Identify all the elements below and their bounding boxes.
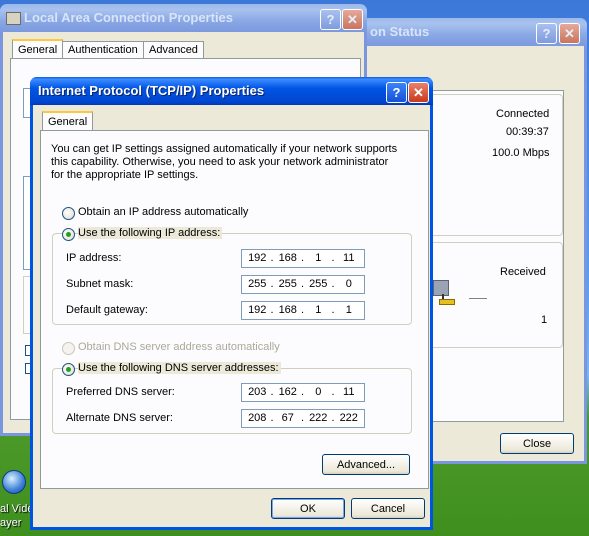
lan-close-x-button[interactable]: ✕	[342, 9, 363, 30]
tcpip-dialog-title-text: Internet Protocol (TCP/IP) Properties	[38, 83, 265, 98]
tcpip-dialog-title[interactable]: Internet Protocol (TCP/IP) Properties	[30, 77, 433, 105]
tcpip-tab-general[interactable]: General	[42, 111, 94, 132]
status-close-button[interactable]: Close	[500, 433, 574, 454]
dns1-octet-1: 203	[248, 386, 267, 398]
tcpip-help-button[interactable]: ?	[386, 82, 407, 103]
lan-tab-advanced[interactable]: Advanced	[143, 41, 204, 59]
alternate-dns-label: Alternate DNS server:	[66, 412, 173, 424]
dns1-octet-3: 0	[301, 384, 334, 401]
obtain-ip-auto-radio[interactable]	[62, 207, 75, 220]
mask-octet-2: 255	[271, 276, 304, 293]
preferred-dns-field[interactable]: 203 162011	[241, 383, 365, 402]
mask-octet-4: 0	[332, 276, 365, 293]
tcpip-close-x-button[interactable]: ✕	[408, 82, 429, 103]
gw-octet-2: 168	[271, 302, 304, 319]
subnet-mask-label: Subnet mask:	[66, 278, 134, 290]
mask-octet-3: 255	[301, 276, 334, 293]
network-activity-icon	[433, 280, 459, 305]
ip-address-label: IP address:	[66, 252, 122, 264]
received-label: Received	[500, 266, 546, 278]
status-window-title-text: on Status	[370, 24, 430, 39]
lan-window-title-text: Local Area Connection Properties	[24, 10, 234, 25]
gw-octet-4: 1	[332, 302, 365, 319]
lan-help-button[interactable]: ?	[320, 9, 341, 30]
status-speed-text: 100.0 Mbps	[492, 147, 550, 159]
obtain-dns-auto-label[interactable]: Obtain DNS server address automatically	[78, 341, 280, 353]
status-close-x-button[interactable]: ✕	[559, 23, 580, 44]
tcpip-dialog-body: General You can get IP settings assigned…	[33, 105, 430, 527]
mask-octet-1: 255	[248, 278, 267, 290]
ip-octet-3: 1	[301, 250, 334, 267]
tcpip-properties-dialog: Internet Protocol (TCP/IP) Properties ? …	[30, 77, 433, 530]
obtain-dns-auto-radio[interactable]	[62, 342, 75, 355]
cancel-button[interactable]: Cancel	[351, 498, 425, 519]
use-static-dns-label[interactable]: Use the following DNS server addresses:	[78, 362, 281, 374]
obtain-ip-auto-label[interactable]: Obtain an IP address automatically	[78, 206, 248, 218]
advanced-button[interactable]: Advanced...	[322, 454, 410, 475]
media-player-desktop-icon[interactable]	[0, 466, 34, 500]
ip-address-field[interactable]: 192168111	[241, 249, 365, 268]
default-gateway-label: Default gateway:	[66, 304, 148, 316]
status-help-button[interactable]: ?	[536, 23, 557, 44]
tcpip-intro-text: You can get IP settings assigned automat…	[51, 143, 398, 181]
dns1-octet-2: 162	[271, 384, 304, 401]
ok-button[interactable]: OK	[271, 498, 345, 519]
alternate-dns-field[interactable]: 20867222222	[241, 409, 365, 428]
lan-window-title[interactable]: Local Area Connection Properties	[0, 4, 367, 32]
lan-tab-authentication[interactable]: Authentication	[62, 41, 144, 59]
received-count: 1	[541, 314, 548, 326]
dns2-octet-1: 208	[248, 412, 267, 424]
use-static-ip-label[interactable]: Use the following IP address:	[78, 227, 223, 239]
gw-octet-3: 1	[301, 302, 334, 319]
dns2-octet-2: 67	[271, 410, 304, 427]
use-static-dns-radio[interactable]	[62, 363, 75, 376]
dns1-octet-4: 11	[332, 384, 365, 401]
status-duration-text: 00:39:37	[506, 126, 549, 138]
status-connected-text: Connected	[496, 108, 550, 120]
ip-octet-4: 11	[332, 250, 365, 267]
activity-line	[469, 298, 487, 299]
play-icon	[2, 470, 26, 494]
preferred-dns-label: Preferred DNS server:	[66, 386, 175, 398]
default-gateway-field[interactable]: 19216811	[241, 301, 365, 320]
ip-octet-2: 168	[271, 250, 304, 267]
dns2-octet-3: 222	[301, 410, 334, 427]
use-static-ip-radio[interactable]	[62, 228, 75, 241]
network-icon	[6, 12, 21, 25]
ip-octet-1: 192	[248, 252, 267, 264]
lan-tab-general[interactable]: General	[12, 39, 64, 60]
subnet-mask-field[interactable]: 2552552550	[241, 275, 365, 294]
dns2-octet-4: 222	[332, 410, 365, 427]
gw-octet-1: 192	[248, 304, 267, 316]
